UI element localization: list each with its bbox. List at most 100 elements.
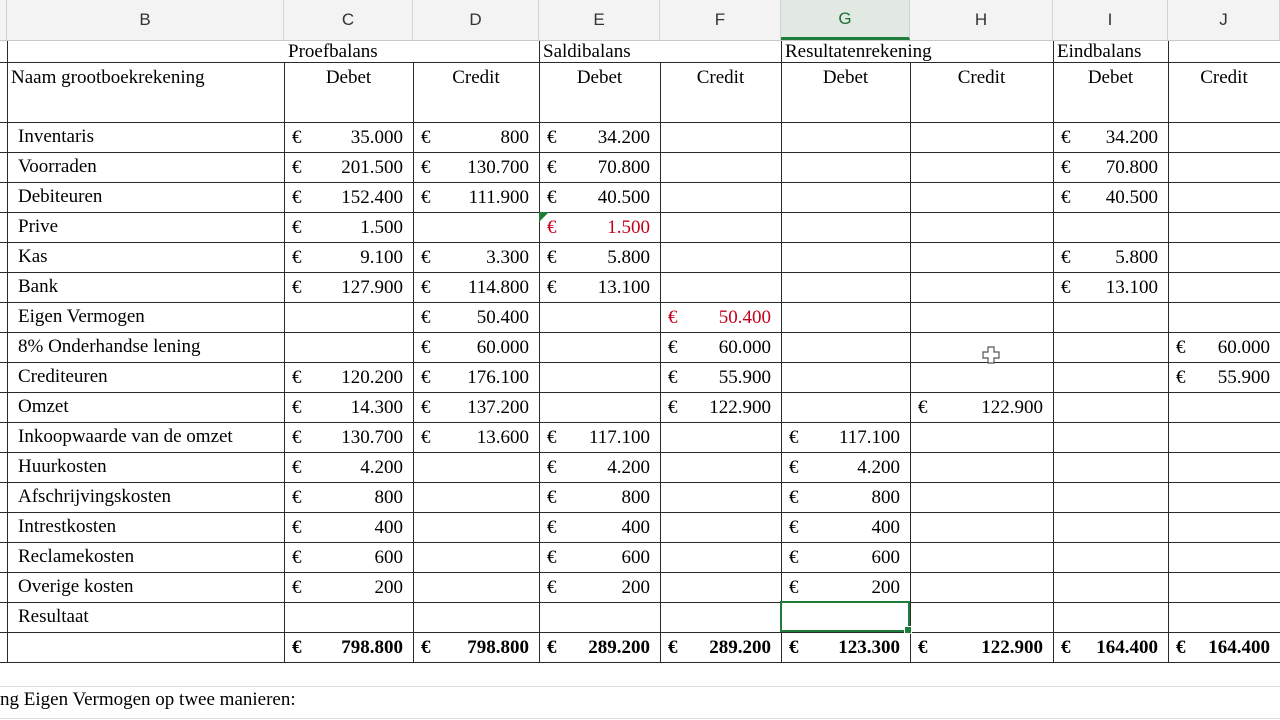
amount-cell-e-r1[interactable]: €34.200 [539,122,660,152]
column-header-b[interactable]: B [7,0,284,40]
amount-cell-d-r5[interactable]: €3.300 [413,242,539,272]
credit-header-d[interactable]: Credit [413,62,539,122]
amount-cell-e-r14[interactable]: €400 [539,512,660,542]
row-name-bank[interactable]: Bank [7,272,284,302]
amount-cell-e-r13[interactable]: €800 [539,482,660,512]
amount-cell-d-r8[interactable]: €60.000 [413,332,539,362]
amount-cell-c-r2[interactable]: €201.500 [284,152,413,182]
debet-header-i[interactable]: Debet [1053,62,1168,122]
amount-cell-c-total[interactable]: €798.800 [284,632,413,662]
row-name-overige-kosten[interactable]: Overige kosten [7,572,284,602]
debet-header-g[interactable]: Debet [781,62,910,122]
column-header-c[interactable]: C [284,0,413,40]
amount-cell-c-r6[interactable]: €127.900 [284,272,413,302]
row-name-8-onderhandse-lening[interactable]: 8% Onderhandse lening [7,332,284,362]
column-header-h[interactable]: H [910,0,1053,40]
amount-cell-g-r13[interactable]: €800 [781,482,910,512]
amount-cell-c-r11[interactable]: €130.700 [284,422,413,452]
amount-cell-e-total[interactable]: €289.200 [539,632,660,662]
amount-cell-g-r11[interactable]: €117.100 [781,422,910,452]
amount-cell-d-r7[interactable]: €50.400 [413,302,539,332]
amount-cell-g-r12[interactable]: €4.200 [781,452,910,482]
column-header-f[interactable]: F [660,0,781,40]
section-header-resultatenrekening[interactable]: Resultatenrekening [781,41,1053,62]
credit-header-j[interactable]: Credit [1168,62,1280,122]
row-name-inkoopwaarde-van-de-omzet[interactable]: Inkoopwaarde van de omzet [7,422,284,452]
row-name-intrestkosten[interactable]: Intrestkosten [7,512,284,542]
section-header-eindbalans[interactable]: Eindbalans [1053,41,1168,62]
row-name-resultaat[interactable]: Resultaat [7,602,284,632]
amount-cell-f-r9[interactable]: €55.900 [660,362,781,392]
amount-cell-e-r12[interactable]: €4.200 [539,452,660,482]
column-header-g[interactable]: G [781,0,910,40]
amount-cell-d-r9[interactable]: €176.100 [413,362,539,392]
comment-indicator-icon[interactable] [539,212,549,222]
row-name-debiteuren[interactable]: Debiteuren [7,182,284,212]
amount-cell-d-r1[interactable]: €800 [413,122,539,152]
amount-cell-j-r8[interactable]: €60.000 [1168,332,1280,362]
amount-cell-j-r9[interactable]: €55.900 [1168,362,1280,392]
amount-cell-e-r5[interactable]: €5.800 [539,242,660,272]
amount-cell-i-r3[interactable]: €40.500 [1053,182,1168,212]
column-header-i[interactable]: I [1053,0,1168,40]
amount-cell-i-r6[interactable]: €13.100 [1053,272,1168,302]
row-name-reclamekosten[interactable]: Reclamekosten [7,542,284,572]
amount-cell-c-r14[interactable]: €400 [284,512,413,542]
amount-cell-h-total[interactable]: €122.900 [910,632,1053,662]
section-header-proefbalans[interactable]: Proefbalans [284,41,539,62]
row-name-kas[interactable]: Kas [7,242,284,272]
amount-cell-d-r11[interactable]: €13.600 [413,422,539,452]
row-name-eigen-vermogen[interactable]: Eigen Vermogen [7,302,284,332]
amount-cell-g-r16[interactable]: €200 [781,572,910,602]
column-header-j[interactable]: J [1168,0,1280,40]
amount-cell-c-r10[interactable]: €14.300 [284,392,413,422]
amount-cell-g-total[interactable]: €123.300 [781,632,910,662]
amount-cell-d-r2[interactable]: €130.700 [413,152,539,182]
amount-cell-h-r10[interactable]: €122.900 [910,392,1053,422]
row-name-omzet[interactable]: Omzet [7,392,284,422]
fill-handle[interactable] [904,626,912,634]
column-header-d[interactable]: D [413,0,539,40]
section-header-saldibalans[interactable]: Saldibalans [539,41,781,62]
amount-cell-f-r7[interactable]: €50.400 [660,302,781,332]
amount-cell-c-r1[interactable]: €35.000 [284,122,413,152]
amount-cell-c-r9[interactable]: €120.200 [284,362,413,392]
row-name-inventaris[interactable]: Inventaris [7,122,284,152]
amount-cell-e-r11[interactable]: €117.100 [539,422,660,452]
row-name-crediteuren[interactable]: Crediteuren [7,362,284,392]
credit-header-h[interactable]: Credit [910,62,1053,122]
amount-cell-c-r5[interactable]: €9.100 [284,242,413,272]
amount-cell-e-r16[interactable]: €200 [539,572,660,602]
row-name-prive[interactable]: Prive [7,212,284,242]
amount-cell-g-r15[interactable]: €600 [781,542,910,572]
amount-cell-f-r8[interactable]: €60.000 [660,332,781,362]
amount-cell-d-r3[interactable]: €111.900 [413,182,539,212]
column-header-a[interactable] [0,0,7,40]
amount-cell-c-r13[interactable]: €800 [284,482,413,512]
amount-cell-i-r1[interactable]: €34.200 [1053,122,1168,152]
amount-cell-c-r4[interactable]: €1.500 [284,212,413,242]
credit-header-f[interactable]: Credit [660,62,781,122]
amount-cell-c-r16[interactable]: €200 [284,572,413,602]
row-name-afschrijvingskosten[interactable]: Afschrijvingskosten [7,482,284,512]
amount-cell-i-r2[interactable]: €70.800 [1053,152,1168,182]
amount-cell-j-total[interactable]: €164.400 [1168,632,1280,662]
amount-cell-c-r15[interactable]: €600 [284,542,413,572]
row-name-voorraden[interactable]: Voorraden [7,152,284,182]
amount-cell-d-r10[interactable]: €137.200 [413,392,539,422]
amount-cell-e-r15[interactable]: €600 [539,542,660,572]
amount-cell-e-r3[interactable]: €40.500 [539,182,660,212]
debet-header-e[interactable]: Debet [539,62,660,122]
account-name-header[interactable]: Naam grootboekrekening [7,62,284,122]
debet-header-c[interactable]: Debet [284,62,413,122]
amount-cell-c-r3[interactable]: €152.400 [284,182,413,212]
amount-cell-g-r14[interactable]: €400 [781,512,910,542]
amount-cell-c-r12[interactable]: €4.200 [284,452,413,482]
column-header-e[interactable]: E [539,0,660,40]
amount-cell-f-total[interactable]: €289.200 [660,632,781,662]
amount-cell-f-r10[interactable]: €122.900 [660,392,781,422]
amount-cell-d-total[interactable]: €798.800 [413,632,539,662]
amount-cell-d-r6[interactable]: €114.800 [413,272,539,302]
active-cell-selection[interactable] [780,601,912,634]
amount-cell-e-r6[interactable]: €13.100 [539,272,660,302]
